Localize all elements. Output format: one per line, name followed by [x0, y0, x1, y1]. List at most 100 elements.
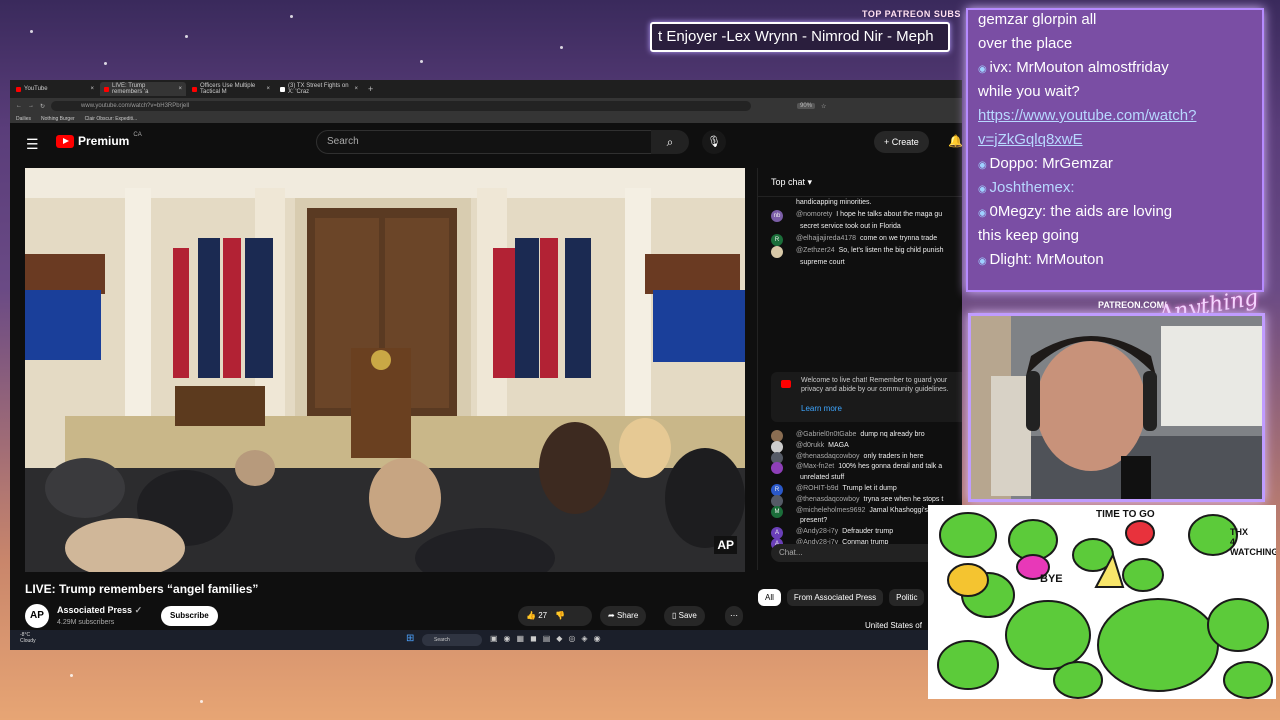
taskbar-app-icons[interactable]: ▣◉▦◼▤◆◎◈◉: [490, 634, 607, 643]
video-player[interactable]: AP: [25, 168, 745, 572]
tab-officers[interactable]: Officers Use Multiple Tactical M ×: [188, 82, 274, 96]
chat-username[interactable]: @micheleholmes9692: [796, 507, 865, 514]
notifications-bell-icon[interactable]: 🔔: [948, 134, 962, 148]
chat-text: @ROHIT-b9d Trump let it dump: [771, 484, 962, 493]
channel-name[interactable]: Associated Press ✓: [57, 605, 142, 616]
chat-avatar[interactable]: [771, 246, 783, 258]
chat-username[interactable]: @Andy28-i7y: [796, 528, 838, 535]
new-tab-button[interactable]: +: [368, 84, 373, 94]
windows-start-icon[interactable]: ⊞: [406, 633, 414, 644]
chat-text: secret service took out in Florida: [771, 222, 962, 231]
chat-username[interactable]: @ROHIT-b9d: [796, 485, 839, 492]
stream-chat-text: MrGemzar: [1042, 155, 1113, 172]
dislike-button[interactable]: 👎: [555, 611, 565, 620]
tab-live-video[interactable]: LIVE: Trump remembers 'a ×: [100, 82, 186, 96]
chat-message-text: only traders in here: [863, 452, 924, 460]
chat-mode-selector[interactable]: Top chat ▾: [758, 168, 962, 197]
voice-search-button[interactable]: 🎙: [702, 130, 726, 154]
chat-username[interactable]: @nomorety: [796, 211, 832, 218]
chip-from-ap[interactable]: From Associated Press: [786, 589, 884, 606]
chat-username[interactable]: @thenasdaqcowboy: [796, 453, 860, 460]
tab-youtube[interactable]: YouTube ×: [12, 82, 98, 96]
create-button[interactable]: + Create: [874, 131, 929, 153]
chat-username[interactable]: @Gabriel0n0tGabe: [796, 431, 856, 438]
stream-chat-text: MrMouton almostfriday: [1016, 59, 1169, 76]
stream-chat-text: gemzar glorpin all: [978, 11, 1097, 28]
chat-message-text: tryna see when he stops t: [863, 495, 944, 503]
search-button[interactable]: ⌕: [651, 130, 689, 154]
chat-message: nb @nomorety I hope he talks about the mag…: [771, 210, 962, 222]
create-label: Create: [891, 137, 919, 147]
chat-badge-icon: ◉: [978, 184, 990, 195]
back-icon[interactable]: ←: [16, 103, 22, 109]
stream-chat-text[interactable]: https://www.youtube.com/watch?: [978, 107, 1196, 124]
youtube-logo[interactable]: Premium CA: [56, 132, 142, 148]
zoom-indicator[interactable]: 90%: [797, 103, 816, 109]
chat-username[interactable]: @Zethzer24: [796, 247, 835, 254]
video-title: LIVE: Trump remembers “angel families”: [25, 582, 259, 596]
chat-message: @thenasdaqcowboy tryna see when he stops …: [771, 494, 962, 507]
taskbar-search[interactable]: Search: [422, 634, 482, 646]
chat-message-text: Trump let it dump: [842, 485, 897, 492]
bookmark-star-icon[interactable]: ☆: [821, 103, 826, 110]
close-icon[interactable]: ×: [90, 86, 94, 92]
tab-x-post[interactable]: (3) TX Street Fights on X: 'Craz ×: [276, 82, 362, 96]
chat-badge-icon: ◉: [978, 208, 990, 219]
chat-text: @thenasdaqcowboy tryna see when he stops …: [771, 495, 962, 504]
close-icon[interactable]: ×: [266, 86, 270, 92]
close-icon[interactable]: ×: [354, 86, 358, 92]
channel-avatar[interactable]: AP: [25, 604, 49, 628]
chip-all[interactable]: All: [758, 589, 781, 606]
chat-username[interactable]: @Max-fn2et: [796, 463, 834, 470]
bookmark-nothing-burger[interactable]: Nothing Burger: [41, 116, 75, 122]
chat-message-text: dump nq already bro: [860, 431, 925, 438]
subscribe-button[interactable]: Subscribe: [161, 606, 218, 626]
chat-username[interactable]: @d0rukk: [796, 442, 824, 449]
close-icon[interactable]: ×: [178, 86, 182, 92]
stream-chat-text[interactable]: v=jZkGqlq8xwE: [978, 131, 1083, 148]
youtube-icon: [781, 380, 791, 388]
tab-label: Officers Use Multiple Tactical M: [200, 83, 256, 95]
chat-username[interactable]: @elhajjajireda4178: [796, 235, 856, 242]
stream-chat-username: Joshthemex:: [989, 179, 1075, 196]
patreon-subs-title: TOP PATREON SUBS: [862, 9, 961, 19]
chat-username[interactable]: @thenasdaqcowboy: [796, 496, 860, 503]
bookmark-icon: ▯: [672, 611, 677, 620]
bookmark-clair-obscur[interactable]: Clair Obscur: Expediti...: [85, 116, 138, 122]
subscriber-count: 4.29M subscribers: [57, 619, 115, 626]
chat-text: @Zethzer24 So, let's listen the big child…: [771, 246, 962, 255]
bookmarks-bar: Dailies Nothing Burger Clair Obscur: Exp…: [10, 114, 962, 123]
more-icon: ⋯: [730, 611, 738, 620]
search-input[interactable]: Search: [316, 130, 652, 154]
tab-bar: YouTube × LIVE: Trump remembers 'a × Offic…: [10, 80, 962, 98]
chat-text: @Max-fn2et 100% hes gonna derail and talk…: [771, 462, 962, 471]
menu-icon[interactable]: ☰: [26, 136, 39, 153]
stream-chat-username: Doppo:: [989, 155, 1038, 172]
drawing-text-time-to-go: TIME TO GO: [1096, 509, 1155, 520]
more-actions-button[interactable]: ⋯: [725, 606, 743, 626]
like-button[interactable]: 👍 27: [526, 611, 547, 620]
url-field[interactable]: www.youtube.com/watch?v=bH3RPbrjeII: [51, 101, 752, 111]
chat-message: @d0rukk MAGA: [771, 440, 962, 453]
stream-chat-text: while you wait?: [978, 83, 1080, 100]
chat-avatar[interactable]: nb: [771, 210, 783, 222]
chat-text: @d0rukk MAGA: [771, 441, 962, 450]
stream-chat-line: over the place: [978, 32, 1258, 56]
chat-message-text: Defrauder trump: [842, 528, 894, 536]
forward-icon[interactable]: →: [28, 103, 34, 109]
youtube-favicon-icon: [192, 86, 197, 92]
like-count: 27: [538, 611, 548, 620]
windows-taskbar: -8°C Cloudy ⊞ Search ▣◉▦◼▤◆◎◈◉: [10, 630, 962, 650]
stream-chat-text: the aids are loving: [1050, 203, 1173, 220]
green-cats-drawing: [928, 505, 1276, 699]
save-button[interactable]: ▯ Save: [664, 606, 705, 626]
chip-politics[interactable]: Politic: [889, 589, 925, 606]
learn-more-link[interactable]: Learn more: [801, 404, 842, 413]
patreon-ticker: t Enjoyer -Lex Wrynn - Nimrod Nir - Meph: [650, 22, 950, 52]
related-video-title[interactable]: United States of: [865, 621, 922, 630]
share-button[interactable]: ➦ Share: [600, 606, 647, 626]
reload-icon[interactable]: ↻: [40, 103, 45, 110]
bookmark-dailies[interactable]: Dailies: [16, 116, 31, 122]
weather-widget[interactable]: -8°C Cloudy: [20, 632, 36, 644]
chat-avatar[interactable]: R: [771, 234, 783, 246]
